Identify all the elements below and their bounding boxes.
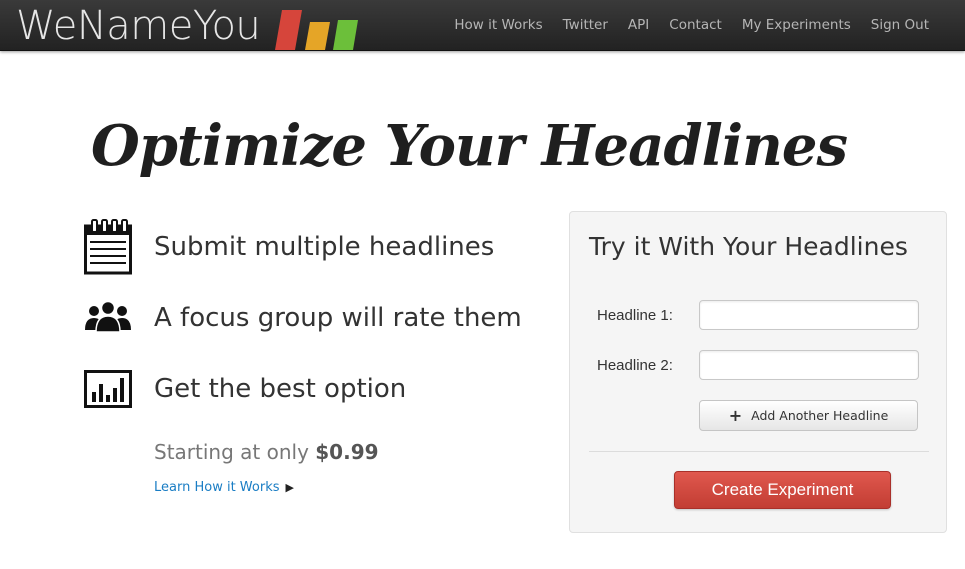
headline-2-input[interactable]: [699, 350, 919, 380]
nav-twitter[interactable]: Twitter: [563, 17, 608, 33]
top-navbar: WeNameYou How it Works Twitter API Conta…: [0, 0, 965, 51]
notepad-icon: [84, 219, 132, 275]
add-headline-label: Add Another Headline: [751, 408, 889, 423]
feature-item-submit: Submit multiple headlines: [84, 219, 494, 275]
nav-sign-out[interactable]: Sign Out: [871, 17, 929, 33]
form-title: Try it With Your Headlines: [589, 232, 908, 261]
brand-logo[interactable]: WeNameYou: [16, 2, 261, 50]
logo-bar-red: [275, 10, 302, 50]
form-divider: [589, 451, 929, 452]
headline-1-input[interactable]: [699, 300, 919, 330]
nav-api[interactable]: API: [628, 17, 649, 33]
learn-link-label: Learn How it Works: [154, 480, 280, 495]
feature-item-best-option: Get the best option: [84, 361, 406, 417]
nav-how-it-works[interactable]: How it Works: [454, 17, 542, 33]
headline-2-label: Headline 2:: [597, 357, 673, 374]
feature-text: A focus group will rate them: [154, 303, 522, 333]
chevron-right-icon: ▶: [285, 481, 294, 494]
logo-bar-orange: [305, 22, 330, 50]
feature-text: Get the best option: [154, 374, 407, 404]
logo-bar-green: [333, 20, 358, 50]
create-experiment-button[interactable]: Create Experiment: [674, 471, 891, 509]
add-another-headline-button[interactable]: + Add Another Headline: [699, 400, 918, 431]
feature-item-focus-group: A focus group will rate them: [84, 290, 522, 346]
nav-contact[interactable]: Contact: [669, 17, 722, 33]
headline-form-panel: Try it With Your Headlines Headline 1: H…: [569, 211, 947, 533]
pricing-price: $0.99: [315, 440, 379, 464]
headline-1-label: Headline 1:: [597, 307, 673, 324]
learn-how-it-works-link[interactable]: Learn How it Works ▶: [154, 480, 294, 495]
plus-icon: +: [728, 405, 743, 425]
feature-text: Submit multiple headlines: [154, 232, 495, 262]
pricing-prefix: Starting at only: [154, 440, 309, 464]
page-title: Optimize Your Headlines: [90, 113, 848, 179]
nav-links: How it Works Twitter API Contact My Expe…: [454, 0, 929, 50]
bar-chart-icon: [84, 361, 132, 417]
logo-bars-icon: [275, 10, 358, 50]
group-icon: [84, 290, 132, 346]
nav-my-experiments[interactable]: My Experiments: [742, 17, 851, 33]
pricing-text: Starting at only $0.99: [154, 440, 379, 464]
